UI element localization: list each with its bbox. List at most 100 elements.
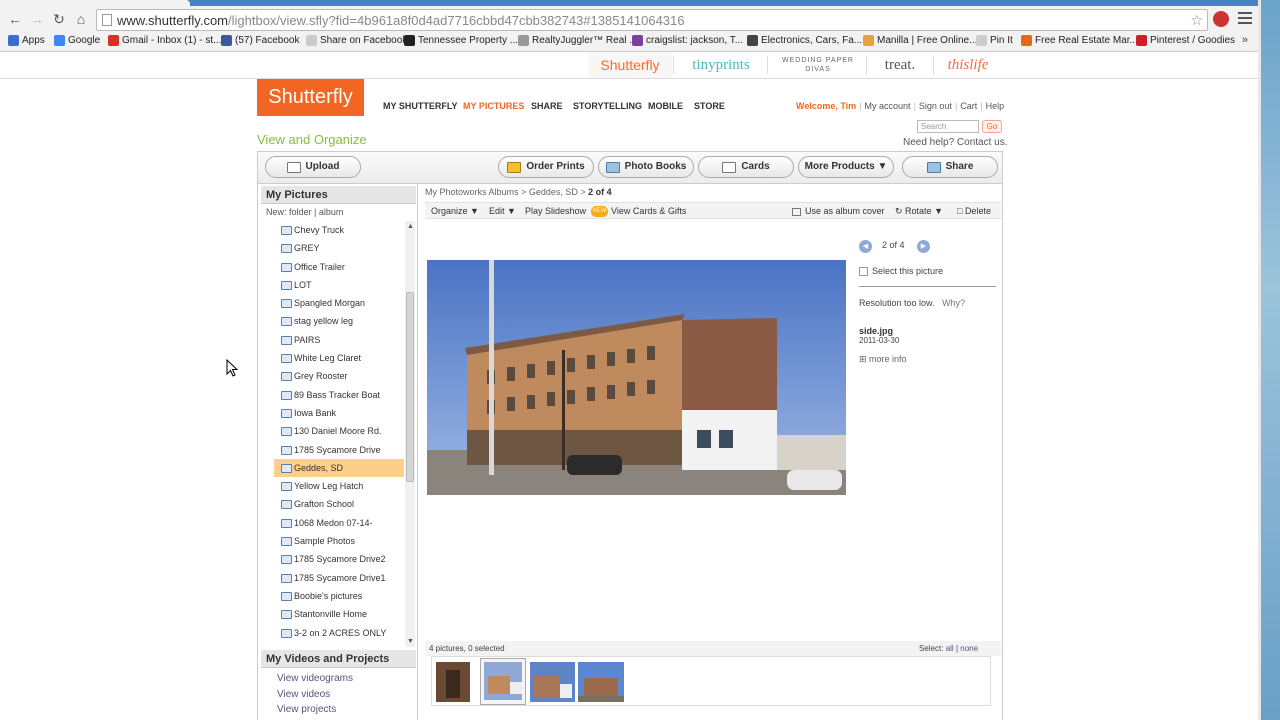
sign-out-link[interactable]: Sign out <box>919 101 952 111</box>
share-button[interactable]: Share <box>902 156 998 178</box>
album-item[interactable]: 1785 Sycamore Drive2 <box>274 550 404 568</box>
bookmark-item[interactable]: Manilla | Free Online... <box>863 35 977 46</box>
album-item[interactable]: LOT <box>274 276 404 294</box>
view-videograms-link[interactable]: View videograms <box>277 673 353 684</box>
brand-tinyprints[interactable]: tinyprints <box>676 52 766 78</box>
album-item[interactable]: Spangled Morgan <box>274 294 404 312</box>
main-photo[interactable] <box>427 260 846 495</box>
album-item[interactable]: 1785 Sycamore Drive1 <box>274 569 404 587</box>
nav-storytelling[interactable]: STORYTELLING <box>573 101 642 111</box>
next-photo-icon[interactable]: ▶ <box>917 240 930 253</box>
breadcrumb-album[interactable]: Geddes, SD <box>529 187 578 197</box>
bookmark-item[interactable]: Electronics, Cars, Fa... <box>747 35 862 46</box>
album-scroll-thumb[interactable] <box>406 292 414 482</box>
need-help-link[interactable]: Need help? Contact us. <box>903 137 1008 148</box>
album-item[interactable]: stag yellow leg <box>274 312 404 330</box>
nav-share[interactable]: SHARE <box>531 101 563 111</box>
new-folder-link[interactable]: New: folder <box>266 207 312 217</box>
address-bar[interactable]: www.shutterfly.com/lightbox/view.sfly?fi… <box>96 9 1208 31</box>
active-tab[interactable] <box>0 0 190 6</box>
album-item[interactable]: 1785 Sycamore Drive <box>274 441 404 459</box>
view-projects-link[interactable]: View projects <box>277 704 336 715</box>
home-icon[interactable]: ⌂ <box>73 11 89 27</box>
nav-store[interactable]: STORE <box>694 101 725 111</box>
more-info-link[interactable]: ⊞ more info <box>859 354 907 365</box>
album-item[interactable]: GREY <box>274 239 404 257</box>
album-item[interactable]: Grafton School <box>274 495 404 513</box>
album-item[interactable]: Sample Photos <box>274 532 404 550</box>
nav-my-pictures[interactable]: MY PICTURES <box>463 101 524 111</box>
more-products-button[interactable]: More Products ▼ <box>798 156 894 178</box>
brand-treat[interactable]: treat. <box>868 52 932 78</box>
brand-wedding-paper-divas[interactable]: WEDDING PAPER DIVAS <box>770 52 866 78</box>
nav-mobile[interactable]: MOBILE <box>648 101 683 111</box>
album-item[interactable]: Boobie's pictures <box>274 587 404 605</box>
edit-menu[interactable]: Edit ▼ <box>489 206 516 216</box>
upload-button[interactable]: Upload <box>265 156 361 178</box>
bookmark-item[interactable]: Apps <box>8 35 45 46</box>
album-item[interactable]: Stantonville Home <box>274 605 404 623</box>
bookmark-item[interactable]: Free Real Estate Mar... <box>1021 35 1138 46</box>
view-videos-link[interactable]: View videos <box>277 689 330 700</box>
album-item[interactable]: 3-2 on 2 ACRES ONLY <box>274 624 404 642</box>
star-icon[interactable]: ☆ <box>1190 12 1203 29</box>
shutterfly-logo[interactable]: Shutterfly <box>257 79 364 116</box>
thumbnail[interactable] <box>436 662 470 702</box>
reload-icon[interactable]: ↻ <box>51 11 67 27</box>
menu-icon[interactable] <box>1238 12 1252 24</box>
bookmark-item[interactable]: Pin It <box>976 35 1013 46</box>
extension-icon[interactable] <box>1213 11 1229 27</box>
cart-link[interactable]: Cart <box>960 101 977 111</box>
bookmark-item[interactable]: Tennessee Property ... <box>404 35 518 46</box>
prev-photo-icon[interactable]: ◀ <box>859 240 872 253</box>
organize-menu[interactable]: Organize ▼ <box>431 206 479 216</box>
select-none-link[interactable]: none <box>960 644 978 653</box>
bookmark-item[interactable]: (57) Facebook <box>221 35 299 46</box>
bookmarks-more-icon[interactable]: » <box>1242 34 1248 46</box>
album-item[interactable]: Grey Rooster <box>274 367 404 385</box>
album-item[interactable]: PAIRS <box>274 331 404 349</box>
breadcrumb-root[interactable]: My Photoworks Albums <box>425 187 519 197</box>
album-item[interactable]: Office Trailer <box>274 258 404 276</box>
album-cover-link[interactable]: Use as album cover <box>792 206 885 216</box>
order-prints-button[interactable]: Order Prints <box>498 156 594 178</box>
select-all-link[interactable]: all <box>946 644 954 653</box>
scroll-down-icon[interactable]: ▼ <box>407 638 414 645</box>
photo-books-button[interactable]: Photo Books <box>598 156 694 178</box>
bookmark-item[interactable]: Pinterest / Goodies <box>1136 35 1235 46</box>
album-item[interactable]: 89 Bass Tracker Boat <box>274 386 404 404</box>
back-icon[interactable]: ← <box>7 11 23 27</box>
album-item[interactable]: 1068 Medon 07-14- <box>274 514 404 532</box>
my-account-link[interactable]: My account <box>865 101 911 111</box>
new-album-link[interactable]: album <box>319 207 344 217</box>
bookmark-item[interactable]: craigslist: jackson, T... <box>632 35 743 46</box>
forward-icon[interactable]: → <box>29 11 45 27</box>
album-item[interactable]: Iowa Bank <box>274 404 404 422</box>
thumbnail[interactable] <box>530 662 575 702</box>
view-cards-gifts-link[interactable]: NEW View Cards & Gifts <box>591 206 686 218</box>
album-item[interactable]: Geddes, SD <box>274 458 404 478</box>
search-input[interactable]: Search <box>917 120 979 133</box>
nav-my-shutterfly[interactable]: MY SHUTTERFLY <box>383 101 458 111</box>
bookmark-item[interactable]: Share on Facebook <box>306 35 407 46</box>
bookmark-item[interactable]: Google <box>54 35 100 46</box>
bookmark-item[interactable]: RealtyJuggler™ Real ... <box>518 35 638 46</box>
bookmark-item[interactable]: Gmail - Inbox (1) - st... <box>108 35 221 46</box>
select-picture-checkbox[interactable]: Select this picture <box>859 266 943 277</box>
brand-shutterfly[interactable]: Shutterfly <box>588 52 672 78</box>
thumbnail[interactable] <box>480 658 526 705</box>
scroll-up-icon[interactable]: ▲ <box>407 223 414 230</box>
go-button[interactable]: Go <box>982 120 1002 133</box>
help-link[interactable]: Help <box>986 101 1005 111</box>
thumbnail[interactable] <box>578 662 624 702</box>
album-item[interactable]: 130 Daniel Moore Rd. <box>274 422 404 440</box>
brand-thislife[interactable]: thislife <box>936 52 1000 78</box>
play-slideshow-link[interactable]: Play Slideshow <box>525 206 586 216</box>
rotate-menu[interactable]: ↻ Rotate ▼ <box>895 206 943 217</box>
cards-button[interactable]: Cards <box>698 156 794 178</box>
album-item[interactable]: Yellow Leg Hatch <box>274 477 404 495</box>
album-item[interactable]: Chevy Truck <box>274 221 404 239</box>
album-item[interactable]: 774 Beech Street <box>274 642 404 647</box>
album-item[interactable]: White Leg Claret <box>274 349 404 367</box>
why-link[interactable]: Why? <box>942 298 965 308</box>
